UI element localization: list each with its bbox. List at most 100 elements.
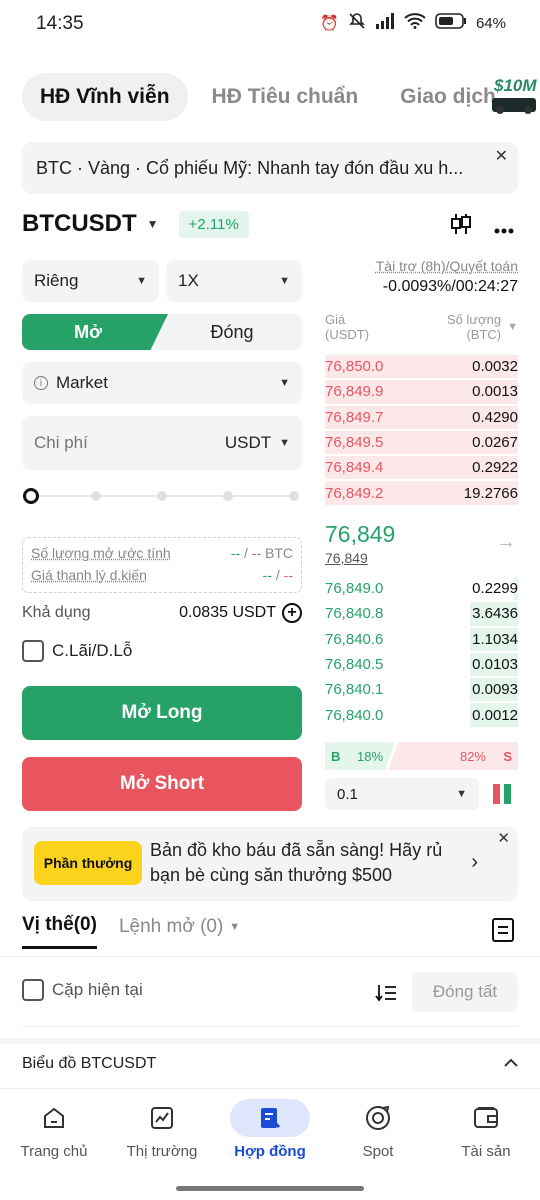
precision-select[interactable]: 0.1 ▼ xyxy=(325,778,479,810)
tab-positions[interactable]: Vị thế(0) xyxy=(22,914,97,949)
ask-price: 76,849.7 xyxy=(325,408,384,426)
ask-qty: 0.0013 xyxy=(472,383,518,401)
slider-step-50[interactable] xyxy=(157,491,167,501)
tab-open[interactable]: Mở xyxy=(22,314,168,350)
bid-row[interactable]: 76,840.1 0.0093 xyxy=(325,677,518,702)
promo-badge[interactable]: $10M xyxy=(490,76,540,116)
nav-spot-label: Spot xyxy=(362,1143,394,1160)
symbol-selector[interactable]: BTCUSDT ▼ +2.11% xyxy=(22,210,249,238)
price-unit: (USDT) xyxy=(325,327,370,342)
caret-down-icon[interactable]: ▼ xyxy=(507,321,518,333)
ask-price: 76,849.2 xyxy=(325,484,384,502)
ask-qty: 0.4290 xyxy=(472,408,518,426)
est-qty-sep: / xyxy=(244,545,248,561)
liq-sep: / xyxy=(275,567,280,583)
slider-step-75[interactable] xyxy=(223,491,233,501)
arrow-right-icon[interactable]: → xyxy=(496,531,516,554)
nav-spot[interactable]: Spot xyxy=(324,1099,432,1160)
open-long-button[interactable]: Mở Long xyxy=(22,686,302,740)
nav-market[interactable]: Thị trường xyxy=(108,1099,216,1160)
chart-section-toggle[interactable]: Biểu đồ BTCUSDT xyxy=(0,1038,540,1084)
close-icon[interactable]: ✕ xyxy=(497,829,510,847)
buy-label: B xyxy=(331,749,341,764)
bid-price: 76,840.0 xyxy=(325,706,384,724)
ask-row[interactable]: 76,849.5 0.0267 xyxy=(325,430,518,455)
leverage-select[interactable]: 1X ▼ xyxy=(166,260,302,302)
caret-down-icon: ▼ xyxy=(136,275,147,287)
tpsl-label: C.Lãi/D.Lỗ xyxy=(52,641,133,660)
ask-row[interactable]: 76,849.7 0.4290 xyxy=(325,405,518,430)
bid-row[interactable]: 76,840.8 3.6436 xyxy=(325,601,518,626)
tab-close[interactable]: Đóng xyxy=(162,314,302,350)
spot-icon xyxy=(324,1099,432,1137)
chevron-right-icon[interactable]: › xyxy=(471,851,478,874)
sort-icon[interactable] xyxy=(375,983,397,1003)
tab-perpetual[interactable]: HĐ Vĩnh viễn xyxy=(22,73,188,121)
bid-qty: 0.0093 xyxy=(472,681,518,699)
margin-mode-select[interactable]: Riêng ▼ xyxy=(22,260,159,302)
battery-percent: 64% xyxy=(475,14,506,32)
wallet-icon xyxy=(432,1099,540,1137)
tab-open-orders[interactable]: Lệnh mở (0) ▼ xyxy=(119,916,240,948)
news-banner-text: BTC · Vàng · Cổ phiếu Mỹ: Nhanh tay đón … xyxy=(36,157,464,178)
more-icon[interactable] xyxy=(494,214,514,240)
available-label: Khả dụng xyxy=(22,604,91,621)
mark-price: 76,849 xyxy=(325,550,368,566)
order-history-icon[interactable] xyxy=(491,917,515,943)
news-banner[interactable]: BTC · Vàng · Cổ phiếu Mỹ: Nhanh tay đón … xyxy=(22,142,518,194)
bid-row[interactable]: 76,840.0 0.0012 xyxy=(325,702,518,727)
available-balance: Khả dụng 0.0835 USDT + xyxy=(22,603,302,623)
bottom-nav: Trang chủ Thị trường Hợp đồng Spot Tài s… xyxy=(0,1088,540,1200)
buy-pct: 18% xyxy=(357,749,384,764)
cost-field[interactable]: USDT ▼ xyxy=(22,416,302,470)
reward-banner[interactable]: Phần thưởng Bản đồ kho báu đã sẵn sàng! … xyxy=(22,827,518,901)
available-value: 0.0835 USDT xyxy=(179,604,276,621)
status-time: 14:35 xyxy=(36,13,84,34)
caret-down-icon: ▼ xyxy=(279,377,290,389)
tpsl-checkbox[interactable] xyxy=(22,640,44,662)
nav-futures[interactable]: Hợp đồng xyxy=(216,1099,324,1160)
signal-icon xyxy=(375,13,395,33)
ask-row[interactable]: 76,850.0 0.0032 xyxy=(325,354,518,379)
ask-row[interactable]: 76,849.9 0.0013 xyxy=(325,379,518,404)
funding-value: -0.0093%/00:24:27 xyxy=(382,278,518,295)
nav-home[interactable]: Trang chủ xyxy=(0,1099,108,1160)
ask-row[interactable]: 76,849.4 0.2922 xyxy=(325,455,518,480)
bid-row[interactable]: 76,840.5 0.0103 xyxy=(325,652,518,677)
bid-price: 76,840.8 xyxy=(325,605,384,623)
nav-futures-label: Hợp đồng xyxy=(234,1143,306,1160)
candlestick-icon[interactable] xyxy=(450,212,472,242)
tpsl-option[interactable]: C.Lãi/D.Lỗ xyxy=(22,640,132,662)
amount-slider-handle[interactable] xyxy=(23,488,39,504)
bid-qty: 0.0103 xyxy=(472,656,518,674)
slider-step-100[interactable] xyxy=(289,491,299,501)
caret-down-icon: ▼ xyxy=(146,217,159,231)
close-icon[interactable]: ✕ xyxy=(495,146,508,166)
current-pair-checkbox[interactable] xyxy=(22,979,44,1001)
slider-step-25[interactable] xyxy=(91,491,101,501)
funding-info[interactable]: Tài trợ (8h)/Quyết toán -0.0093%/00:24:2… xyxy=(376,258,518,296)
ask-price: 76,850.0 xyxy=(325,358,384,376)
ask-row[interactable]: 76,849.2 19.2766 xyxy=(325,480,518,505)
promo-badge-text: $10M xyxy=(494,76,537,95)
bid-row[interactable]: 76,840.6 1.1034 xyxy=(325,627,518,652)
open-short-button[interactable]: Mở Short xyxy=(22,757,302,811)
current-pair-filter[interactable]: Cặp hiện tại xyxy=(22,979,143,1001)
nav-assets[interactable]: Tài sản xyxy=(432,1099,540,1160)
est-qty-short: -- xyxy=(251,545,262,561)
close-all-button[interactable]: Đóng tất xyxy=(412,972,518,1012)
order-type-select[interactable]: i Market ▼ xyxy=(22,362,302,404)
liq-price-label: Giá thanh lý d.kiến xyxy=(31,567,147,583)
mute-icon xyxy=(348,12,366,34)
info-icon: i xyxy=(34,376,48,390)
depth-view-icon[interactable] xyxy=(493,784,513,804)
cost-unit-select[interactable]: USDT ▼ xyxy=(225,433,290,453)
sell-label: S xyxy=(503,749,512,764)
add-funds-icon[interactable]: + xyxy=(282,603,302,623)
bid-row[interactable]: 76,849.0 0.2299 xyxy=(325,576,518,601)
status-icons: ⏰ 64% xyxy=(320,12,506,34)
tab-standard[interactable]: HĐ Tiêu chuẩn xyxy=(194,73,377,121)
nav-assets-label: Tài sản xyxy=(461,1143,511,1160)
cost-input[interactable] xyxy=(34,433,184,453)
bid-price: 76,849.0 xyxy=(325,580,384,598)
